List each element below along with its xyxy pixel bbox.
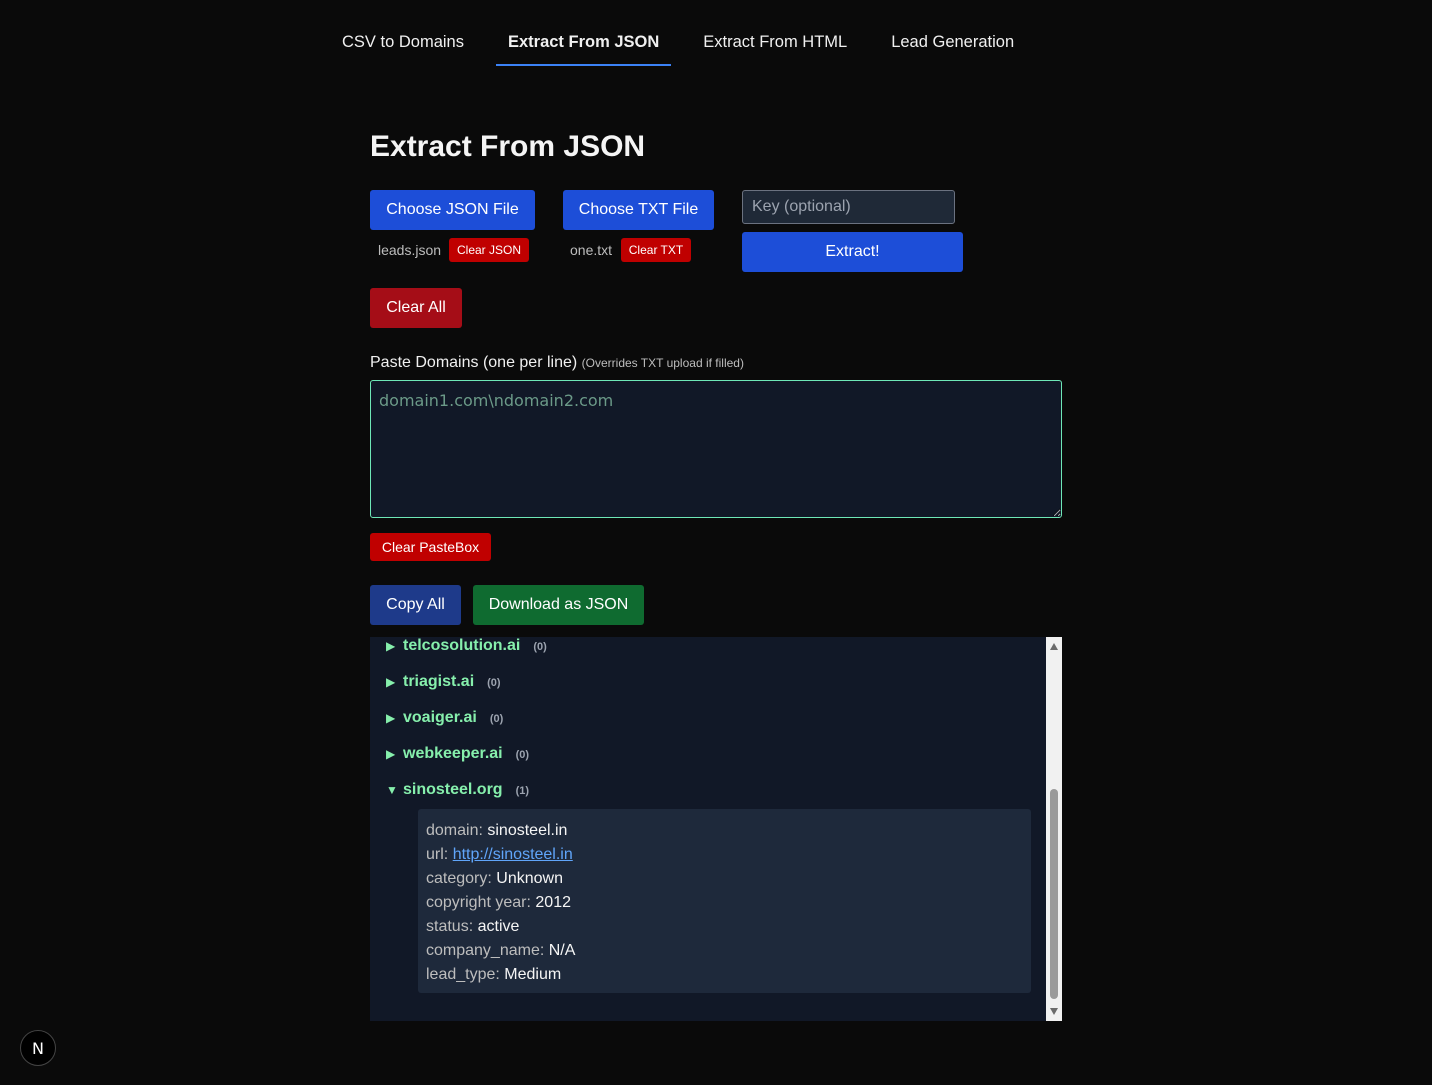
detail-company-name: company_name: N/A — [426, 939, 1023, 963]
detail-copyright-year: copyright year: 2012 — [426, 891, 1023, 915]
scroll-down-arrow-icon[interactable] — [1050, 1008, 1058, 1015]
detail-key: category: — [426, 870, 492, 887]
tab-bar: CSV to Domains Extract From JSON Extract… — [330, 22, 1046, 66]
result-detail-card: domain: sinosteel.in url: http://sinoste… — [418, 809, 1031, 993]
clear-json-button[interactable]: Clear JSON — [449, 238, 529, 262]
detail-value: sinosteel.in — [487, 822, 568, 839]
download-json-button[interactable]: Download as JSON — [473, 585, 644, 625]
detail-value: N/A — [548, 942, 576, 959]
result-domain: webkeeper.ai — [403, 745, 503, 762]
result-row[interactable]: ▶ voaiger.ai (0) — [386, 709, 503, 727]
paste-label-text: Paste Domains (one per line) — [370, 354, 578, 371]
scroll-up-arrow-icon[interactable] — [1050, 643, 1058, 650]
detail-key: url: — [426, 846, 449, 863]
detail-key: domain: — [426, 822, 483, 839]
paste-label-hint: (Overrides TXT upload if filled) — [581, 356, 744, 370]
detail-url: url: http://sinosteel.in — [426, 843, 1023, 867]
expand-arrow-icon: ▶ — [386, 675, 396, 689]
detail-key: company_name: — [426, 942, 545, 959]
result-row[interactable]: ▶ triagist.ai (0) — [386, 673, 501, 691]
detail-domain: domain: sinosteel.in — [426, 819, 1023, 843]
detail-value: Unknown — [496, 870, 563, 887]
json-filename: leads.json — [378, 242, 442, 258]
collapse-arrow-icon: ▼ — [386, 783, 398, 797]
result-count: (0) — [533, 641, 547, 653]
extract-button[interactable]: Extract! — [742, 232, 963, 272]
tab-extract-from-html[interactable]: Extract From HTML — [691, 22, 859, 66]
result-count: (0) — [487, 677, 501, 689]
result-row[interactable]: ▼ sinosteel.org (1) — [386, 781, 529, 799]
tab-csv-to-domains[interactable]: CSV to Domains — [330, 22, 476, 66]
tab-extract-from-json[interactable]: Extract From JSON — [495, 22, 672, 66]
detail-category: category: Unknown — [426, 867, 1023, 891]
result-row[interactable]: ▶ webkeeper.ai (0) — [386, 745, 529, 763]
detail-key: lead_type: — [426, 966, 500, 983]
detail-status: status: active — [426, 915, 1023, 939]
detail-lead-type: lead_type: Medium — [426, 963, 1023, 987]
txt-filename: one.txt — [570, 242, 613, 258]
result-count: (1) — [515, 785, 530, 797]
result-domain: telcosolution.ai — [403, 637, 521, 654]
clear-txt-button[interactable]: Clear TXT — [621, 238, 691, 262]
result-row[interactable]: ▶ telcosolution.ai (0) — [386, 637, 547, 655]
results-panel: ▶ telcosolution.ai (0) ▶ triagist.ai (0)… — [370, 637, 1062, 1021]
detail-value: 2012 — [535, 894, 571, 911]
detail-value: Medium — [504, 966, 562, 983]
tab-lead-generation[interactable]: Lead Generation — [879, 22, 1026, 66]
result-domain: voaiger.ai — [403, 709, 477, 726]
detail-key: status: — [426, 918, 474, 935]
scrollbar-thumb[interactable] — [1050, 789, 1058, 999]
result-count: (0) — [489, 713, 504, 725]
key-input[interactable] — [742, 190, 955, 224]
results-list: ▶ telcosolution.ai (0) ▶ triagist.ai (0)… — [370, 637, 1046, 1021]
results-scrollbar[interactable] — [1046, 637, 1062, 1021]
detail-key: copyright year: — [426, 894, 531, 911]
paste-domains-textarea[interactable] — [370, 380, 1062, 518]
page-title: Extract From JSON — [370, 130, 646, 163]
expand-arrow-icon: ▶ — [386, 711, 396, 725]
clear-pastebox-button[interactable]: Clear PasteBox — [370, 533, 491, 561]
expand-arrow-icon: ▶ — [386, 747, 396, 761]
choose-json-file-button[interactable]: Choose JSON File — [370, 190, 535, 230]
detail-value: active — [477, 918, 520, 935]
paste-domains-label: Paste Domains (one per line) (Overrides … — [370, 354, 744, 372]
copy-all-button[interactable]: Copy All — [370, 585, 461, 625]
choose-txt-file-button[interactable]: Choose TXT File — [563, 190, 714, 230]
detail-url-link[interactable]: http://sinosteel.in — [453, 846, 573, 863]
nextjs-logo-icon[interactable]: N — [20, 1030, 56, 1066]
result-count: (0) — [515, 749, 530, 761]
result-domain: triagist.ai — [403, 673, 475, 690]
result-domain: sinosteel.org — [403, 781, 503, 798]
clear-all-button[interactable]: Clear All — [370, 288, 462, 328]
expand-arrow-icon: ▶ — [386, 639, 396, 653]
